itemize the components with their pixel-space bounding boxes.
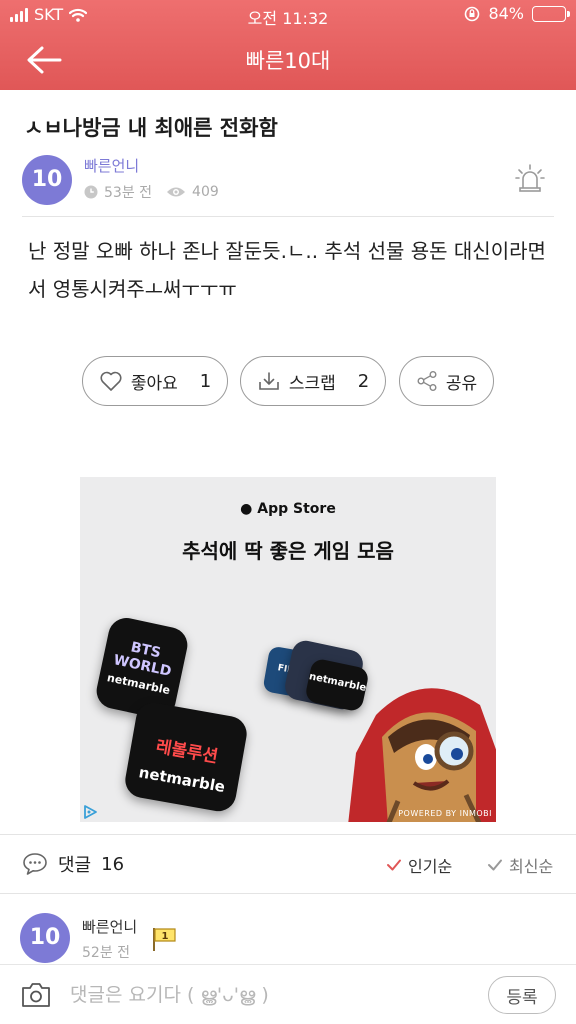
level-badge[interactable]: 10 [22, 155, 72, 205]
status-bar: SKT 오전 11:32 84% [0, 0, 576, 30]
like-label: 좋아요 [130, 373, 178, 394]
status-right: 84% [464, 4, 570, 23]
ad-banner[interactable]: ● App Store 추석에 딱 좋은 게임 모음 BTS WORLD net… [80, 477, 496, 822]
comments-label: 댓글 [58, 855, 92, 876]
camera-icon [22, 983, 50, 1007]
comments-count: 16 [101, 853, 125, 875]
comment-input-bar: 등록 [0, 964, 576, 1024]
sort-latest[interactable]: 최신순 [487, 853, 553, 877]
eye-icon [167, 187, 186, 197]
camera-button[interactable] [20, 981, 52, 1009]
cookie-character-illustration [348, 688, 496, 822]
comment-author[interactable]: 빠른언니 [82, 916, 137, 937]
author-row: 10 빠른언니 53분 전 409 [22, 152, 554, 208]
sort-popular-label: 인기순 [408, 857, 453, 876]
app-store-text: App Store [257, 501, 336, 517]
rotation-lock-icon [465, 6, 480, 21]
siren-icon [515, 164, 545, 192]
ad-powered-by: POWERED BY INMOBI [398, 809, 492, 818]
post-actions: 좋아요 1 스크랩 2 공유 [0, 356, 576, 406]
clock-icon [84, 185, 98, 199]
comments-header: 댓글 16 인기순 최신순 [0, 835, 576, 893]
post-time: 53분 전 [104, 185, 153, 201]
check-icon [488, 859, 502, 871]
comment-item: 10 빠른언니 52분 전 1 [20, 910, 556, 965]
submit-button[interactable]: 등록 [488, 976, 556, 1014]
arrow-left-icon [27, 46, 62, 74]
speech-bubble-icon [23, 853, 47, 875]
page-title: 빠른10대 [245, 49, 331, 73]
sort-latest-label: 최신순 [509, 857, 554, 876]
check-icon [387, 859, 401, 871]
top-bar: SKT 오전 11:32 84% 빠른10대 [0, 0, 576, 90]
scrap-label: 스크랩 [288, 373, 336, 394]
comment-time: 52분 전 [82, 945, 131, 961]
sort-popular[interactable]: 인기순 [386, 853, 452, 877]
ad-choices-icon[interactable] [82, 804, 98, 820]
level-badge[interactable]: 10 [20, 913, 70, 963]
apple-logo-icon: ● [240, 501, 253, 517]
download-icon [259, 372, 279, 390]
like-count: 1 [199, 370, 212, 392]
heart-icon [100, 371, 122, 391]
post-meta: 53분 전 409 [84, 182, 219, 202]
game-tile-revolution: 레볼루션 netmarble [122, 700, 250, 814]
comments-title: 댓글 16 [22, 851, 124, 877]
share-label: 공유 [445, 373, 478, 394]
flag-badge-icon: 1 [153, 928, 176, 951]
post-title: ㅅㅂ나방금 내 최애른 전화함 [24, 116, 278, 140]
ad-headline: 추석에 딱 좋은 게임 모음 [182, 539, 394, 563]
share-icon [417, 371, 437, 391]
share-button[interactable]: 공유 [399, 356, 494, 406]
like-button[interactable]: 좋아요 1 [82, 356, 228, 406]
section-divider [0, 893, 576, 894]
view-count: 409 [192, 184, 219, 200]
flag-badge-number: 1 [162, 931, 169, 942]
report-button[interactable] [514, 162, 546, 194]
scrap-button[interactable]: 스크랩 2 [240, 356, 386, 406]
scrap-count: 2 [357, 370, 370, 392]
author-name[interactable]: 빠른언니 [84, 155, 139, 176]
app-store-label: ● App Store [80, 501, 496, 517]
nav-bar: 빠른10대 [0, 30, 576, 90]
divider [22, 216, 554, 217]
comment-input[interactable] [70, 977, 470, 1013]
post-body: 난 정말 오빠 하나 존나 잘둔듯.ㄴ.. 추석 선물 용돈 대신이라면서 영통… [28, 239, 546, 301]
battery-percent: 84% [488, 4, 524, 23]
battery-icon [532, 5, 570, 22]
back-button[interactable] [22, 40, 66, 80]
